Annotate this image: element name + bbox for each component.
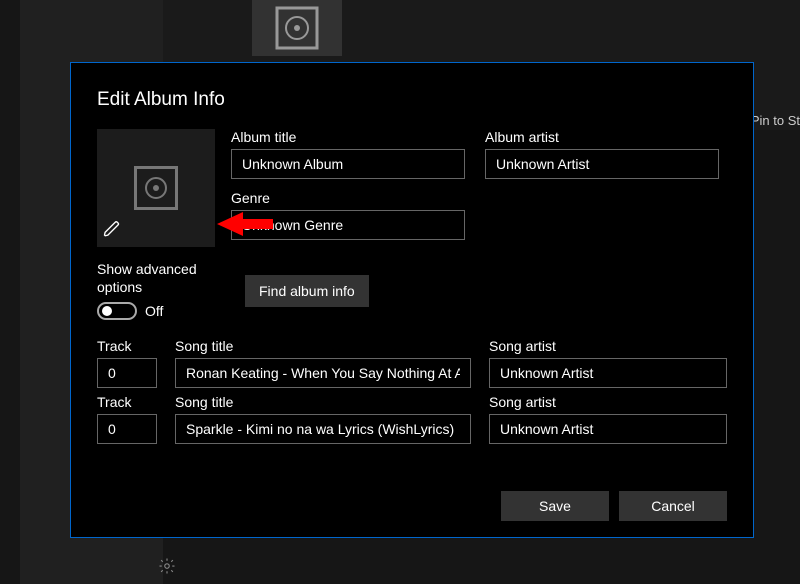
song-title-input[interactable] [175,414,471,444]
track-label: Track [97,338,157,354]
background-album-art [252,0,342,56]
album-art-placeholder-icon [134,166,178,210]
edit-album-info-dialog: Edit Album Info Album title [70,62,754,538]
show-advanced-label: Show advanced options [97,261,215,296]
settings-gear-icon[interactable] [158,557,176,578]
song-title-label: Song title [175,394,471,410]
genre-input[interactable] [231,210,465,240]
song-artist-input[interactable] [489,358,727,388]
track-number-input[interactable] [97,358,157,388]
show-advanced-state: Off [145,303,163,319]
cancel-button[interactable]: Cancel [619,491,727,521]
album-artist-input[interactable] [485,149,719,179]
song-title-input[interactable] [175,358,471,388]
save-button[interactable]: Save [501,491,609,521]
album-icon [275,6,319,50]
track-number-input[interactable] [97,414,157,444]
song-artist-label: Song artist [489,338,727,354]
find-album-info-button[interactable]: Find album info [245,275,369,307]
album-title-input[interactable] [231,149,465,179]
album-art-box [97,129,215,247]
album-artist-label: Album artist [485,129,719,145]
pin-to-start-label: Pin to St [751,113,800,128]
genre-label: Genre [231,190,465,206]
song-artist-label: Song artist [489,394,727,410]
show-advanced-toggle[interactable] [97,302,137,320]
album-title-label: Album title [231,129,465,145]
edit-art-pencil-icon[interactable] [103,220,121,241]
song-artist-input[interactable] [489,414,727,444]
song-title-label: Song title [175,338,471,354]
track-label: Track [97,394,157,410]
dialog-title: Edit Album Info [97,89,727,111]
